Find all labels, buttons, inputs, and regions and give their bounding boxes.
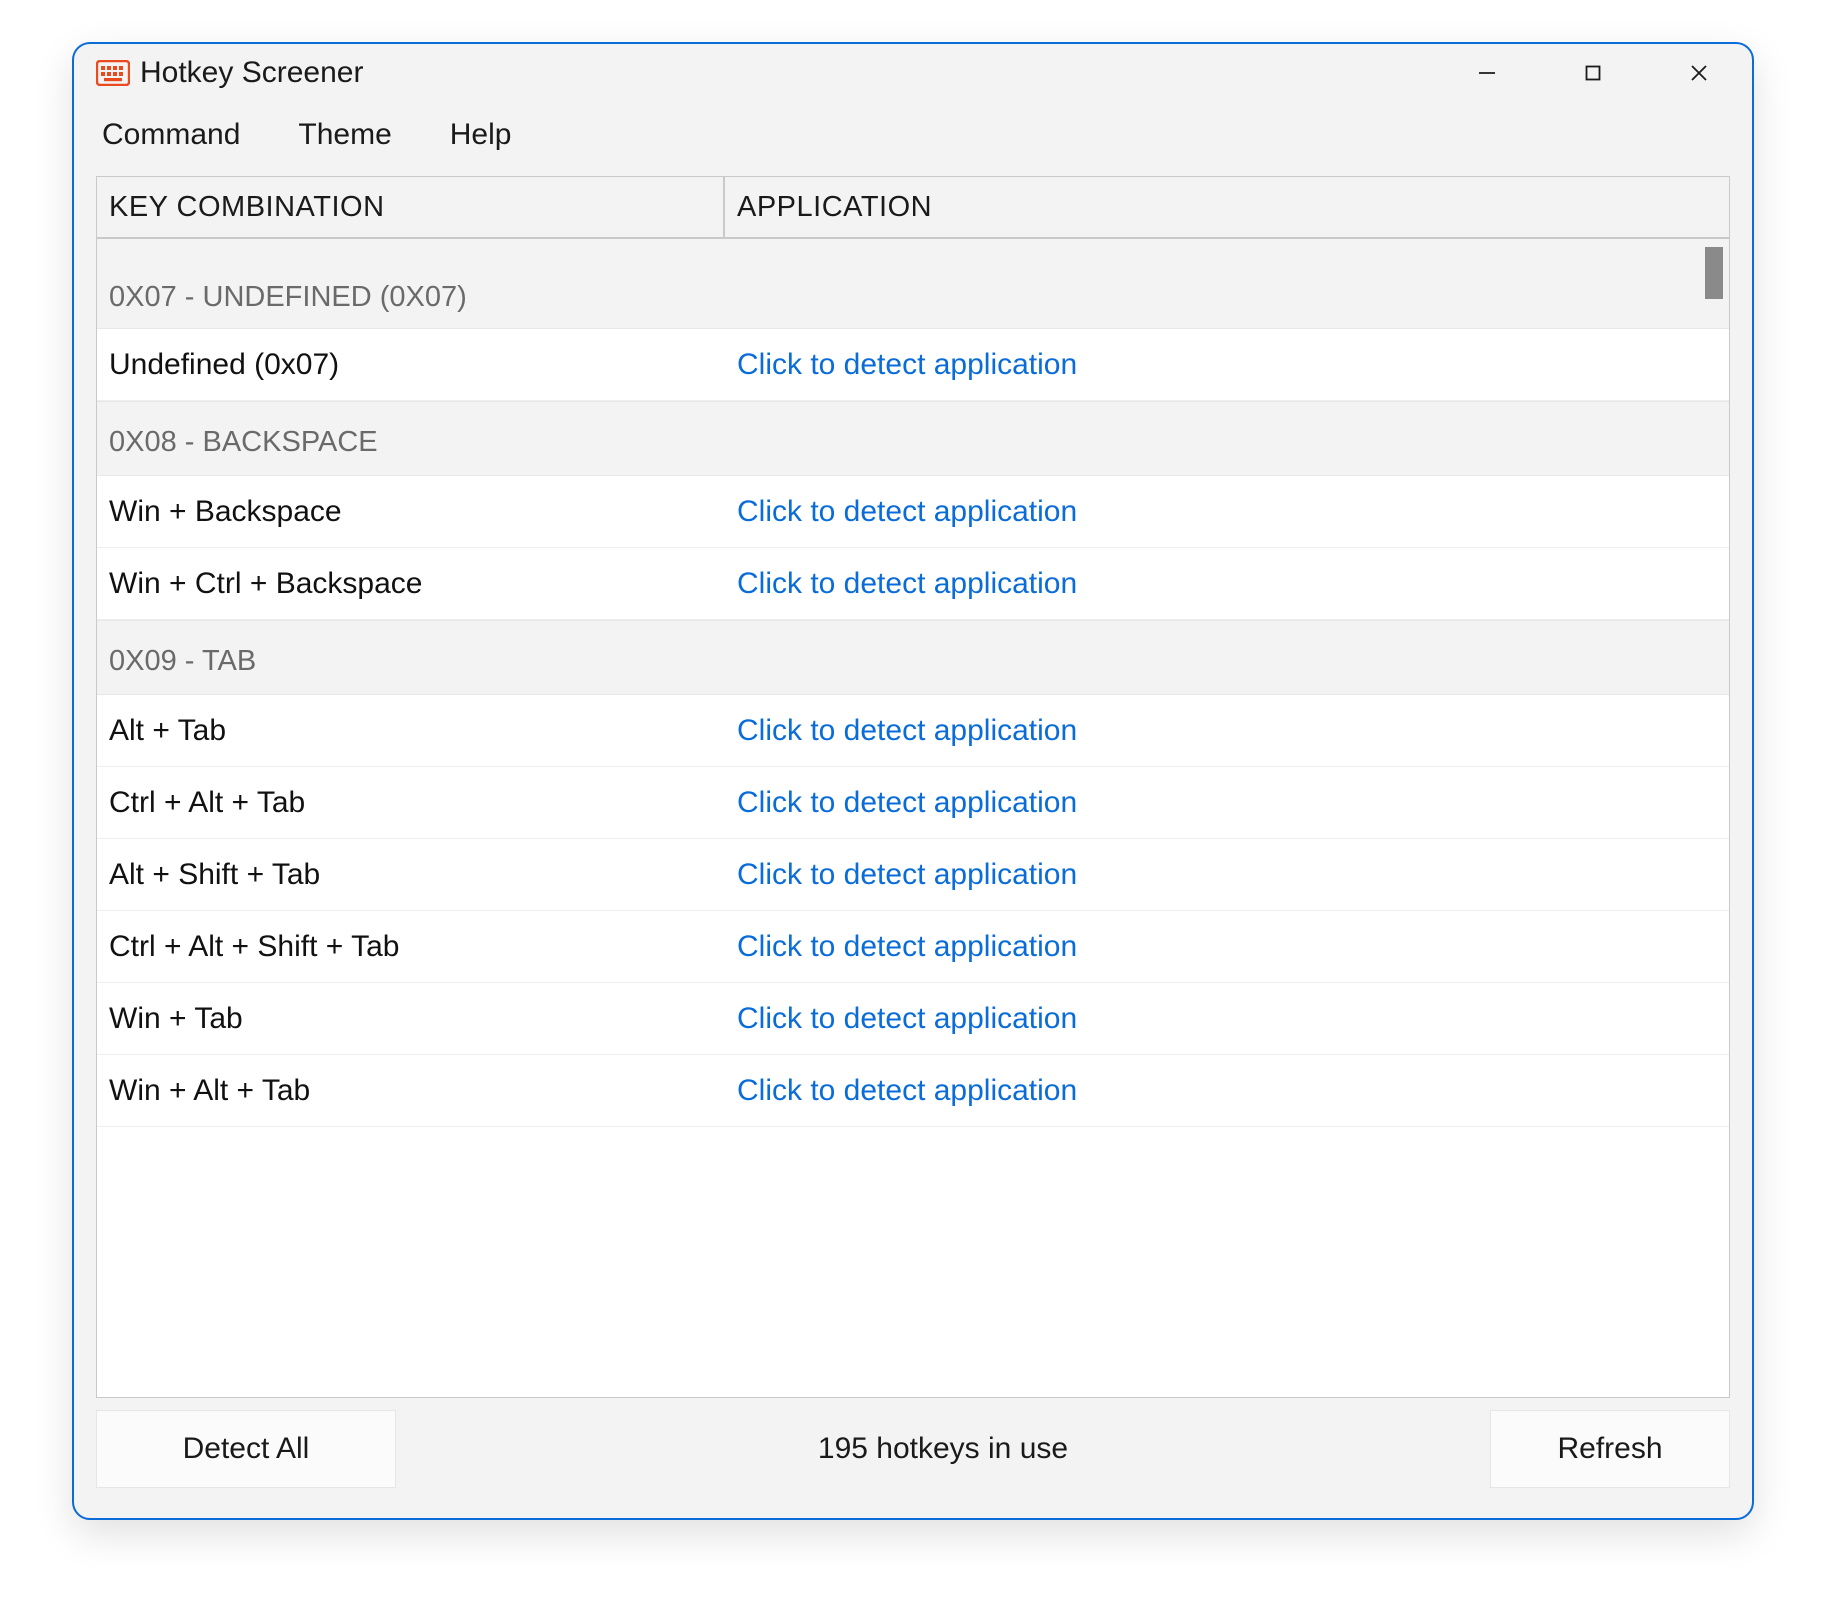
detect-application-link[interactable]: Click to detect application xyxy=(737,786,1077,819)
cell-key-combination: Ctrl + Alt + Tab xyxy=(97,786,725,820)
window-controls xyxy=(1434,44,1752,102)
maximize-button[interactable] xyxy=(1540,44,1646,102)
cell-application: Click to detect application xyxy=(725,786,1729,820)
table-row[interactable]: Ctrl + Alt + Shift + Tab Click to detect … xyxy=(97,911,1729,983)
cell-application: Click to detect application xyxy=(725,348,1729,382)
vertical-scrollbar[interactable] xyxy=(1703,239,1725,1393)
detect-application-link[interactable]: Click to detect application xyxy=(737,495,1077,528)
cell-application: Click to detect application xyxy=(725,567,1729,601)
column-header-application[interactable]: APPLICATION xyxy=(725,177,1729,237)
cell-application: Click to detect application xyxy=(725,858,1729,892)
cell-application: Click to detect application xyxy=(725,495,1729,529)
status-text: 195 hotkeys in use xyxy=(416,1432,1470,1466)
cell-key-combination: Ctrl + Alt + Shift + Tab xyxy=(97,930,725,964)
table-row[interactable]: Alt + Tab Click to detect application xyxy=(97,695,1729,767)
table-row[interactable]: Undefined (0x07) Click to detect applicat… xyxy=(97,329,1729,401)
detect-application-link[interactable]: Click to detect application xyxy=(737,858,1077,891)
cell-key-combination: Win + Backspace xyxy=(97,495,725,529)
window-title: Hotkey Screener xyxy=(140,56,363,90)
minimize-button[interactable] xyxy=(1434,44,1540,102)
cell-key-combination: Win + Ctrl + Backspace xyxy=(97,567,725,601)
scrollbar-thumb[interactable] xyxy=(1705,247,1723,299)
detect-application-link[interactable]: Click to detect application xyxy=(737,1002,1077,1035)
table-row[interactable]: Win + Tab Click to detect application xyxy=(97,983,1729,1055)
table-body[interactable]: 0X07 - UNDEFINED (0X07) Undefined (0x07) C… xyxy=(97,239,1729,1397)
app-window: Hotkey Screener Command Theme xyxy=(72,42,1754,1520)
close-button[interactable] xyxy=(1646,44,1752,102)
table-row[interactable]: Win + Ctrl + Backspace Click to detect ap… xyxy=(97,548,1729,620)
refresh-button[interactable]: Refresh xyxy=(1490,1410,1730,1488)
menubar: Command Theme Help xyxy=(74,102,1752,168)
menu-help[interactable]: Help xyxy=(448,112,514,158)
detect-application-link[interactable]: Click to detect application xyxy=(737,714,1077,747)
group-header: 0X08 - BACKSPACE xyxy=(97,401,1729,476)
group-header: 0X07 - UNDEFINED (0X07) xyxy=(97,239,1729,329)
keyboard-icon xyxy=(96,60,130,86)
group-header: 0X09 - TAB xyxy=(97,620,1729,695)
titlebar: Hotkey Screener xyxy=(74,44,1752,102)
detect-application-link[interactable]: Click to detect application xyxy=(737,1074,1077,1107)
menu-theme[interactable]: Theme xyxy=(296,112,393,158)
cell-key-combination: Alt + Shift + Tab xyxy=(97,858,725,892)
cell-application: Click to detect application xyxy=(725,714,1729,748)
table-row[interactable]: Win + Backspace Click to detect applicati… xyxy=(97,476,1729,548)
menu-command[interactable]: Command xyxy=(100,112,242,158)
cell-key-combination: Win + Alt + Tab xyxy=(97,1074,725,1108)
cell-application: Click to detect application xyxy=(725,1002,1729,1036)
table-row[interactable]: Alt + Shift + Tab Click to detect applica… xyxy=(97,839,1729,911)
detect-application-link[interactable]: Click to detect application xyxy=(737,567,1077,600)
cell-application: Click to detect application xyxy=(725,1074,1729,1108)
hotkey-table: KEY COMBINATION APPLICATION 0X07 - UNDEF… xyxy=(96,176,1730,1398)
table-header: KEY COMBINATION APPLICATION xyxy=(97,177,1729,239)
cell-key-combination: Undefined (0x07) xyxy=(97,348,725,382)
footer-bar: Detect All 195 hotkeys in use Refresh xyxy=(74,1398,1752,1518)
cell-key-combination: Win + Tab xyxy=(97,1002,725,1036)
detect-all-button[interactable]: Detect All xyxy=(96,1410,396,1488)
column-header-key[interactable]: KEY COMBINATION xyxy=(97,177,725,237)
cell-key-combination: Alt + Tab xyxy=(97,714,725,748)
detect-application-link[interactable]: Click to detect application xyxy=(737,930,1077,963)
table-row[interactable]: Ctrl + Alt + Tab Click to detect applicat… xyxy=(97,767,1729,839)
detect-application-link[interactable]: Click to detect application xyxy=(737,348,1077,381)
cell-application: Click to detect application xyxy=(725,930,1729,964)
table-row[interactable]: Win + Alt + Tab Click to detect applicati… xyxy=(97,1055,1729,1127)
